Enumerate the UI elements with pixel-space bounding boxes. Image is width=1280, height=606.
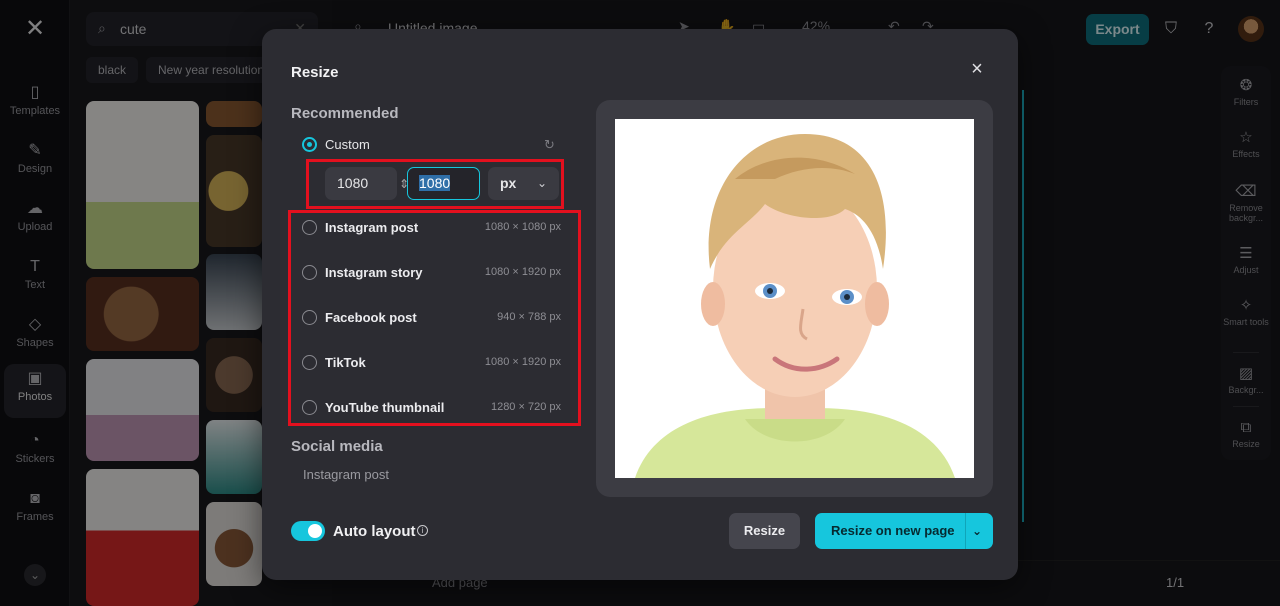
preview-image <box>615 119 974 478</box>
radio-youtube-thumbnail[interactable] <box>302 400 317 415</box>
radio-instagram-story[interactable] <box>302 265 317 280</box>
social-item[interactable]: Instagram post <box>303 467 389 482</box>
resize-dialog: Resize × Recommended Custom ↻ 1080 ⇕ 108… <box>262 29 1018 580</box>
boy-portrait <box>615 119 974 478</box>
preset-dims: 940 × 788 px <box>497 311 561 323</box>
auto-layout-toggle[interactable] <box>291 521 325 541</box>
preset-dims: 1080 × 1080 px <box>484 221 561 233</box>
reset-icon[interactable]: ↻ <box>544 137 555 153</box>
chevron-down-icon[interactable]: ⌄ <box>972 513 982 549</box>
divider <box>965 513 966 549</box>
preset-label[interactable]: Instagram post <box>325 220 418 235</box>
preset-label[interactable]: YouTube thumbnail <box>325 400 444 415</box>
recommended-heading: Recommended <box>291 105 399 122</box>
preset-label[interactable]: Facebook post <box>325 310 417 325</box>
preset-dims: 1080 × 1920 px <box>484 266 561 278</box>
preset-label[interactable]: TikTok <box>325 355 366 370</box>
custom-label: Custom <box>325 137 370 152</box>
radio-custom[interactable] <box>302 137 317 152</box>
height-value: 1080 <box>419 175 451 191</box>
social-media-heading: Social media <box>291 438 383 455</box>
height-input[interactable]: 1080 <box>407 167 480 200</box>
dialog-title: Resize <box>291 64 339 81</box>
resize-on-new-page-button[interactable]: Resize on new page ⌄ <box>815 513 993 549</box>
close-icon[interactable]: × <box>968 59 986 79</box>
auto-layout-label: Auto layout <box>333 523 416 540</box>
radio-instagram-post[interactable] <box>302 220 317 235</box>
radio-facebook-post[interactable] <box>302 310 317 325</box>
resize-button[interactable]: Resize <box>729 513 800 549</box>
preset-dims: 1080 × 1920 px <box>484 356 561 368</box>
unit-value: px <box>500 175 517 191</box>
preview-frame <box>596 100 993 497</box>
app-window: ✕ ▯ Templates ✎ Design ☁ Upload T Text ◇… <box>0 0 1280 606</box>
unit-select[interactable]: px ⌄ <box>488 167 559 200</box>
radio-tiktok[interactable] <box>302 355 317 370</box>
button-label: Resize on new page <box>831 523 955 538</box>
width-input[interactable]: 1080 <box>325 167 397 200</box>
preset-label[interactable]: Instagram story <box>325 265 423 280</box>
info-icon[interactable]: i <box>417 525 428 536</box>
chevron-down-icon: ⌄ <box>536 176 547 190</box>
preset-dims: 1280 × 720 px <box>490 401 561 413</box>
